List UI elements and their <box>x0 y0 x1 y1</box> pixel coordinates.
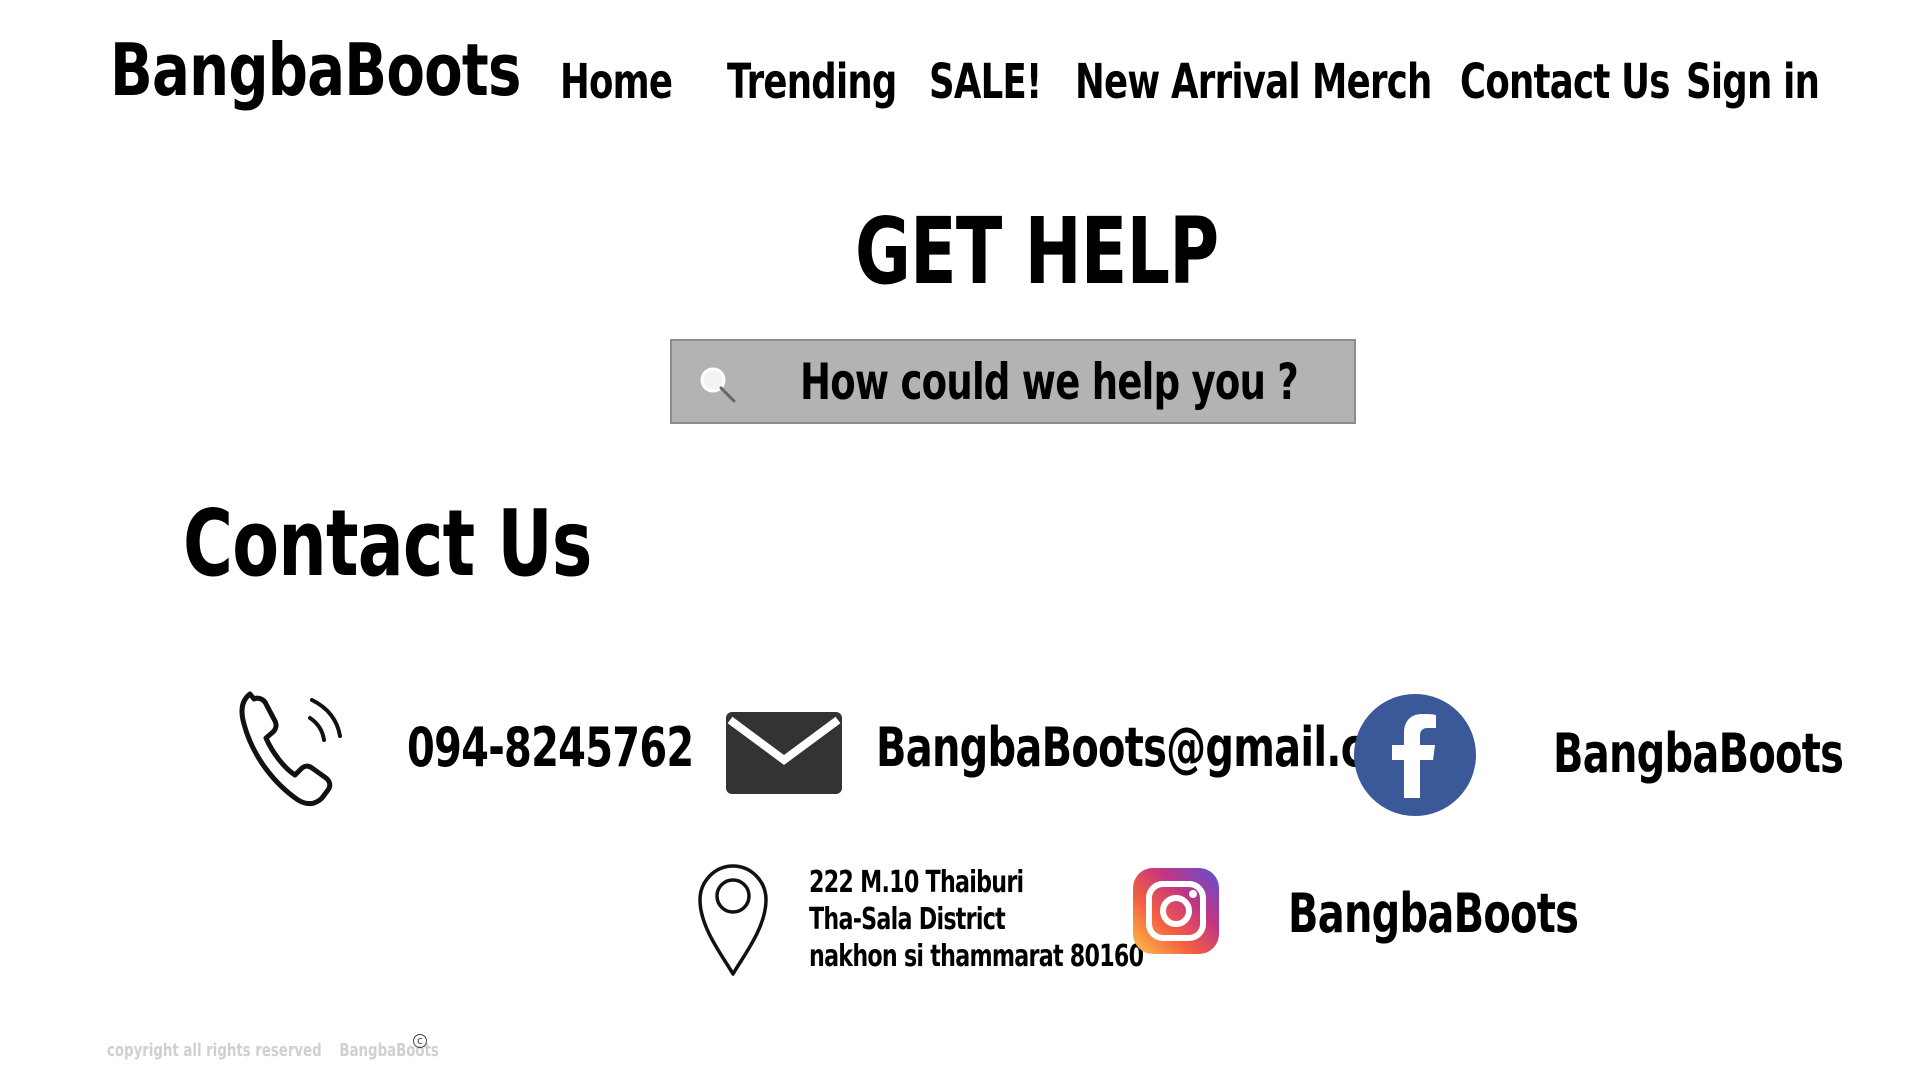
nav-trending[interactable]: Trending <box>727 54 897 110</box>
email-address[interactable]: BangbaBoots@gmail.com <box>876 716 1432 779</box>
get-help-title: GET HELP <box>855 198 1219 305</box>
nav-merch[interactable]: Merch <box>1312 54 1432 110</box>
page: BangbaBoots Home Trending SALE! New Arri… <box>0 0 1920 1080</box>
address-line-3: nakhon si thammarat 80160 <box>809 939 1144 974</box>
footer-copyright: copyright all rights reserved BangbaBoots <box>107 1040 439 1061</box>
search-icon[interactable] <box>698 365 738 405</box>
facebook-icon[interactable] <box>1354 694 1476 816</box>
instagram-icon[interactable] <box>1133 868 1219 954</box>
contact-us-title: Contact Us <box>183 490 592 597</box>
address-line-2: Tha-Sala District <box>809 902 1006 937</box>
address: 222 M.10 Thaiburi Tha-Sala District nakh… <box>809 864 1144 975</box>
address-line-1: 222 M.10 Thaiburi <box>809 865 1024 900</box>
mail-icon <box>726 712 842 794</box>
search-placeholder[interactable]: How could we help you ? <box>800 353 1299 411</box>
phone-icon <box>239 691 342 807</box>
nav-sign-in[interactable]: Sign in <box>1686 54 1820 110</box>
nav-home[interactable]: Home <box>560 54 673 110</box>
site-logo[interactable]: BangbaBoots <box>110 28 521 112</box>
facebook-name[interactable]: BangbaBoots <box>1553 722 1844 785</box>
nav-sale[interactable]: SALE! <box>929 54 1042 110</box>
nav-new-arrival[interactable]: New Arrival <box>1075 54 1301 110</box>
location-pin-icon <box>698 864 768 976</box>
copyright-mark: c <box>413 1034 427 1048</box>
copyright-text: copyright all rights reserved <box>107 1040 322 1061</box>
help-search-input[interactable]: How could we help you ? <box>670 339 1356 424</box>
nav-contact-us[interactable]: Contact Us <box>1460 54 1670 110</box>
phone-number[interactable]: 094-8245762 <box>407 716 694 779</box>
instagram-name[interactable]: BangbaBoots <box>1288 882 1579 945</box>
